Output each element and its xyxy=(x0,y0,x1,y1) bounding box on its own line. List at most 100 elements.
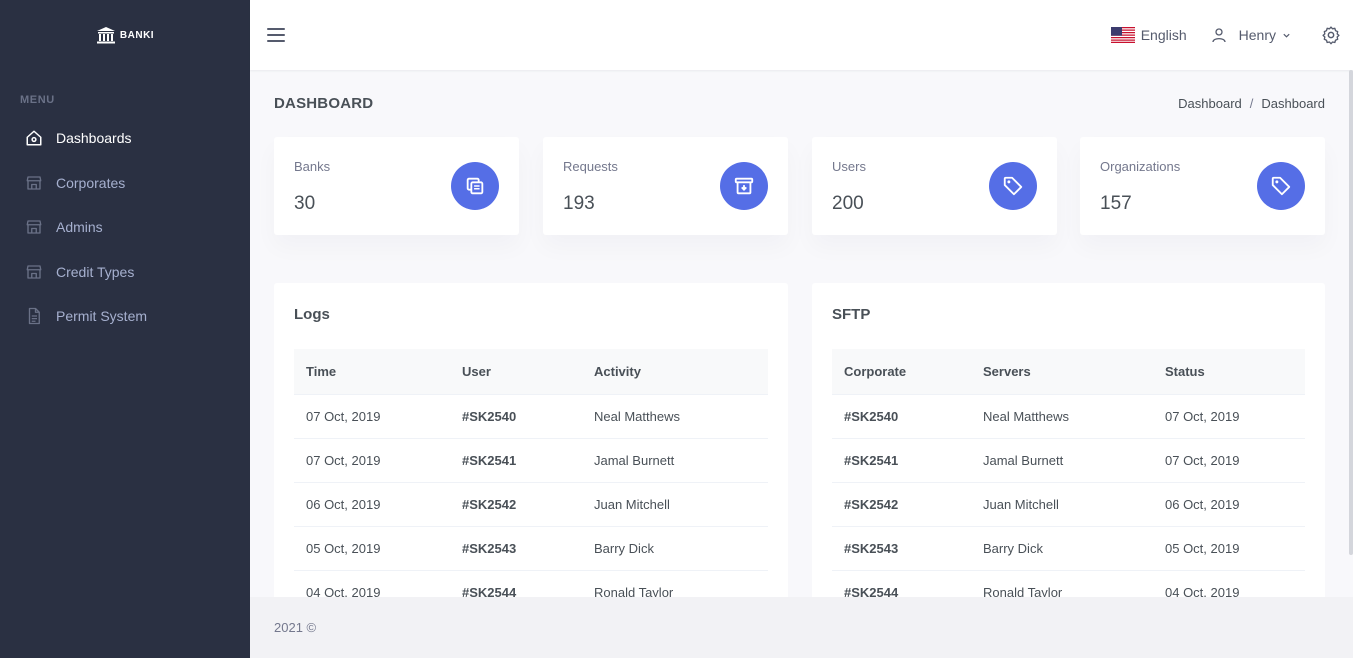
status-cell: 05 Oct, 2019 xyxy=(1153,526,1305,571)
user-cell[interactable]: #SK2540 xyxy=(450,394,582,439)
table-row: 07 Oct, 2019 #SK2541 Jamal Burnett xyxy=(294,438,768,483)
time-cell: 05 Oct, 2019 xyxy=(294,526,450,571)
servers-cell: Neal Matthews xyxy=(971,394,1153,439)
activity-cell: Barry Dick xyxy=(582,526,768,571)
user-cell[interactable]: #SK2543 xyxy=(450,526,582,571)
stat-card-users: Users 200 xyxy=(812,137,1057,235)
time-cell: 06 Oct, 2019 xyxy=(294,482,450,527)
table-row: 06 Oct, 2019 #SK2542 Juan Mitchell xyxy=(294,482,768,527)
store-icon xyxy=(25,263,43,281)
user-cell[interactable]: #SK2541 xyxy=(450,438,582,483)
sftp-table: Corporate Servers Status #SK2540 Neal Ma… xyxy=(832,349,1305,597)
activity-cell: Jamal Burnett xyxy=(582,438,768,483)
sftp-title: SFTP xyxy=(832,306,871,323)
stat-value: 193 xyxy=(563,193,595,214)
activity-cell: Neal Matthews xyxy=(582,394,768,439)
table-row: #SK2543 Barry Dick 05 Oct, 2019 xyxy=(832,526,1305,571)
status-cell: 06 Oct, 2019 xyxy=(1153,482,1305,527)
table-row: #SK2541 Jamal Burnett 07 Oct, 2019 xyxy=(832,438,1305,483)
tag-icon xyxy=(1257,162,1305,210)
table-row: #SK2544 Ronald Taylor 04 Oct, 2019 xyxy=(832,570,1305,597)
stat-value: 157 xyxy=(1100,193,1132,214)
stat-label: Banks xyxy=(294,159,331,174)
time-cell: 07 Oct, 2019 xyxy=(294,394,450,439)
time-cell: 07 Oct, 2019 xyxy=(294,438,450,483)
servers-cell: Ronald Taylor xyxy=(971,570,1153,597)
footer-text: 2021 © xyxy=(274,620,317,635)
sidebar-item-admins[interactable]: Admins xyxy=(0,205,250,250)
page-title: DASHBOARD xyxy=(274,95,374,112)
store-icon xyxy=(25,174,43,192)
language-label: English xyxy=(1140,27,1187,43)
corporate-cell[interactable]: #SK2544 xyxy=(832,570,971,597)
brand-logo[interactable]: BANKI xyxy=(0,0,250,70)
status-cell: 04 Oct, 2019 xyxy=(1153,570,1305,597)
logs-panel: Logs Time User Activity 07 Oct, 2019 #SK… xyxy=(274,283,788,597)
store-icon xyxy=(25,218,43,236)
stat-label: Users xyxy=(832,159,866,174)
stat-card-banks: Banks 30 xyxy=(274,137,519,235)
stat-card-requests: Requests 193 xyxy=(543,137,788,235)
stat-value: 30 xyxy=(294,193,316,214)
servers-cell: Juan Mitchell xyxy=(971,482,1153,527)
column-header: Activity xyxy=(582,349,768,395)
corporate-cell[interactable]: #SK2543 xyxy=(832,526,971,571)
sidebar-item-label: Corporates xyxy=(56,174,126,191)
user-icon xyxy=(1211,28,1226,43)
sidebar-item-dashboards[interactable]: Dashboards xyxy=(0,116,250,161)
breadcrumb: Dashboard / Dashboard xyxy=(1178,96,1325,111)
file-icon xyxy=(25,307,43,325)
user-cell[interactable]: #SK2544 xyxy=(450,570,582,597)
menu-toggle-icon[interactable] xyxy=(267,28,285,42)
breadcrumb-link[interactable]: Dashboard xyxy=(1178,96,1242,111)
footer: 2021 © xyxy=(250,597,1353,658)
sftp-panel: SFTP Corporate Servers Status #SK2540 Ne… xyxy=(812,283,1325,597)
menu-title: Menu xyxy=(20,94,55,106)
sidebar: BANKI Menu Dashboards Corporates Admins … xyxy=(0,0,250,658)
corporate-cell[interactable]: #SK2541 xyxy=(832,438,971,483)
bank-icon xyxy=(96,27,115,44)
column-header: Corporate xyxy=(832,349,971,395)
gear-icon[interactable] xyxy=(1321,25,1341,45)
table-row: #SK2542 Juan Mitchell 06 Oct, 2019 xyxy=(832,482,1305,527)
logs-title: Logs xyxy=(294,306,330,323)
archive-icon xyxy=(720,162,768,210)
table-row: #SK2540 Neal Matthews 07 Oct, 2019 xyxy=(832,394,1305,439)
logo-text: BANKI xyxy=(119,29,155,41)
sidebar-item-label: Dashboards xyxy=(56,130,132,147)
main-content: DASHBOARD Dashboard / Dashboard Banks 30… xyxy=(250,70,1353,597)
table-row: 07 Oct, 2019 #SK2540 Neal Matthews xyxy=(294,394,768,439)
table-row: 05 Oct, 2019 #SK2543 Barry Dick xyxy=(294,526,768,571)
table-row: 04 Oct, 2019 #SK2544 Ronald Taylor xyxy=(294,570,768,597)
servers-cell: Barry Dick xyxy=(971,526,1153,571)
table-header-row: Time User Activity xyxy=(294,349,768,395)
sidebar-item-credit-types[interactable]: Credit Types xyxy=(0,250,250,295)
stat-label: Requests xyxy=(563,159,618,174)
logs-table: Time User Activity 07 Oct, 2019 #SK2540 … xyxy=(294,349,768,597)
column-header: User xyxy=(450,349,582,395)
copy-icon xyxy=(451,162,499,210)
sidebar-item-permit-system[interactable]: Permit System xyxy=(0,294,250,339)
status-cell: 07 Oct, 2019 xyxy=(1153,394,1305,439)
corporate-cell[interactable]: #SK2540 xyxy=(832,394,971,439)
servers-cell: Jamal Burnett xyxy=(971,438,1153,483)
sidebar-item-corporates[interactable]: Corporates xyxy=(0,161,250,206)
stat-value: 200 xyxy=(832,193,864,214)
sidebar-item-label: Admins xyxy=(56,219,103,236)
stat-card-organizations: Organizations 157 xyxy=(1080,137,1325,235)
status-cell: 07 Oct, 2019 xyxy=(1153,438,1305,483)
corporate-cell[interactable]: #SK2542 xyxy=(832,482,971,527)
activity-cell: Ronald Taylor xyxy=(582,570,768,597)
user-menu[interactable]: Henry xyxy=(1211,27,1291,43)
column-header: Servers xyxy=(971,349,1153,395)
page-scrollbar[interactable] xyxy=(1349,70,1353,555)
user-cell[interactable]: #SK2542 xyxy=(450,482,582,527)
breadcrumb-separator: / xyxy=(1249,96,1254,111)
column-header: Time xyxy=(294,349,450,395)
activity-cell: Juan Mitchell xyxy=(582,482,768,527)
us-flag-icon xyxy=(1110,27,1135,43)
tag-icon xyxy=(989,162,1037,210)
language-selector[interactable]: English xyxy=(1110,27,1187,43)
stat-label: Organizations xyxy=(1100,159,1181,174)
user-name: Henry xyxy=(1238,27,1276,43)
